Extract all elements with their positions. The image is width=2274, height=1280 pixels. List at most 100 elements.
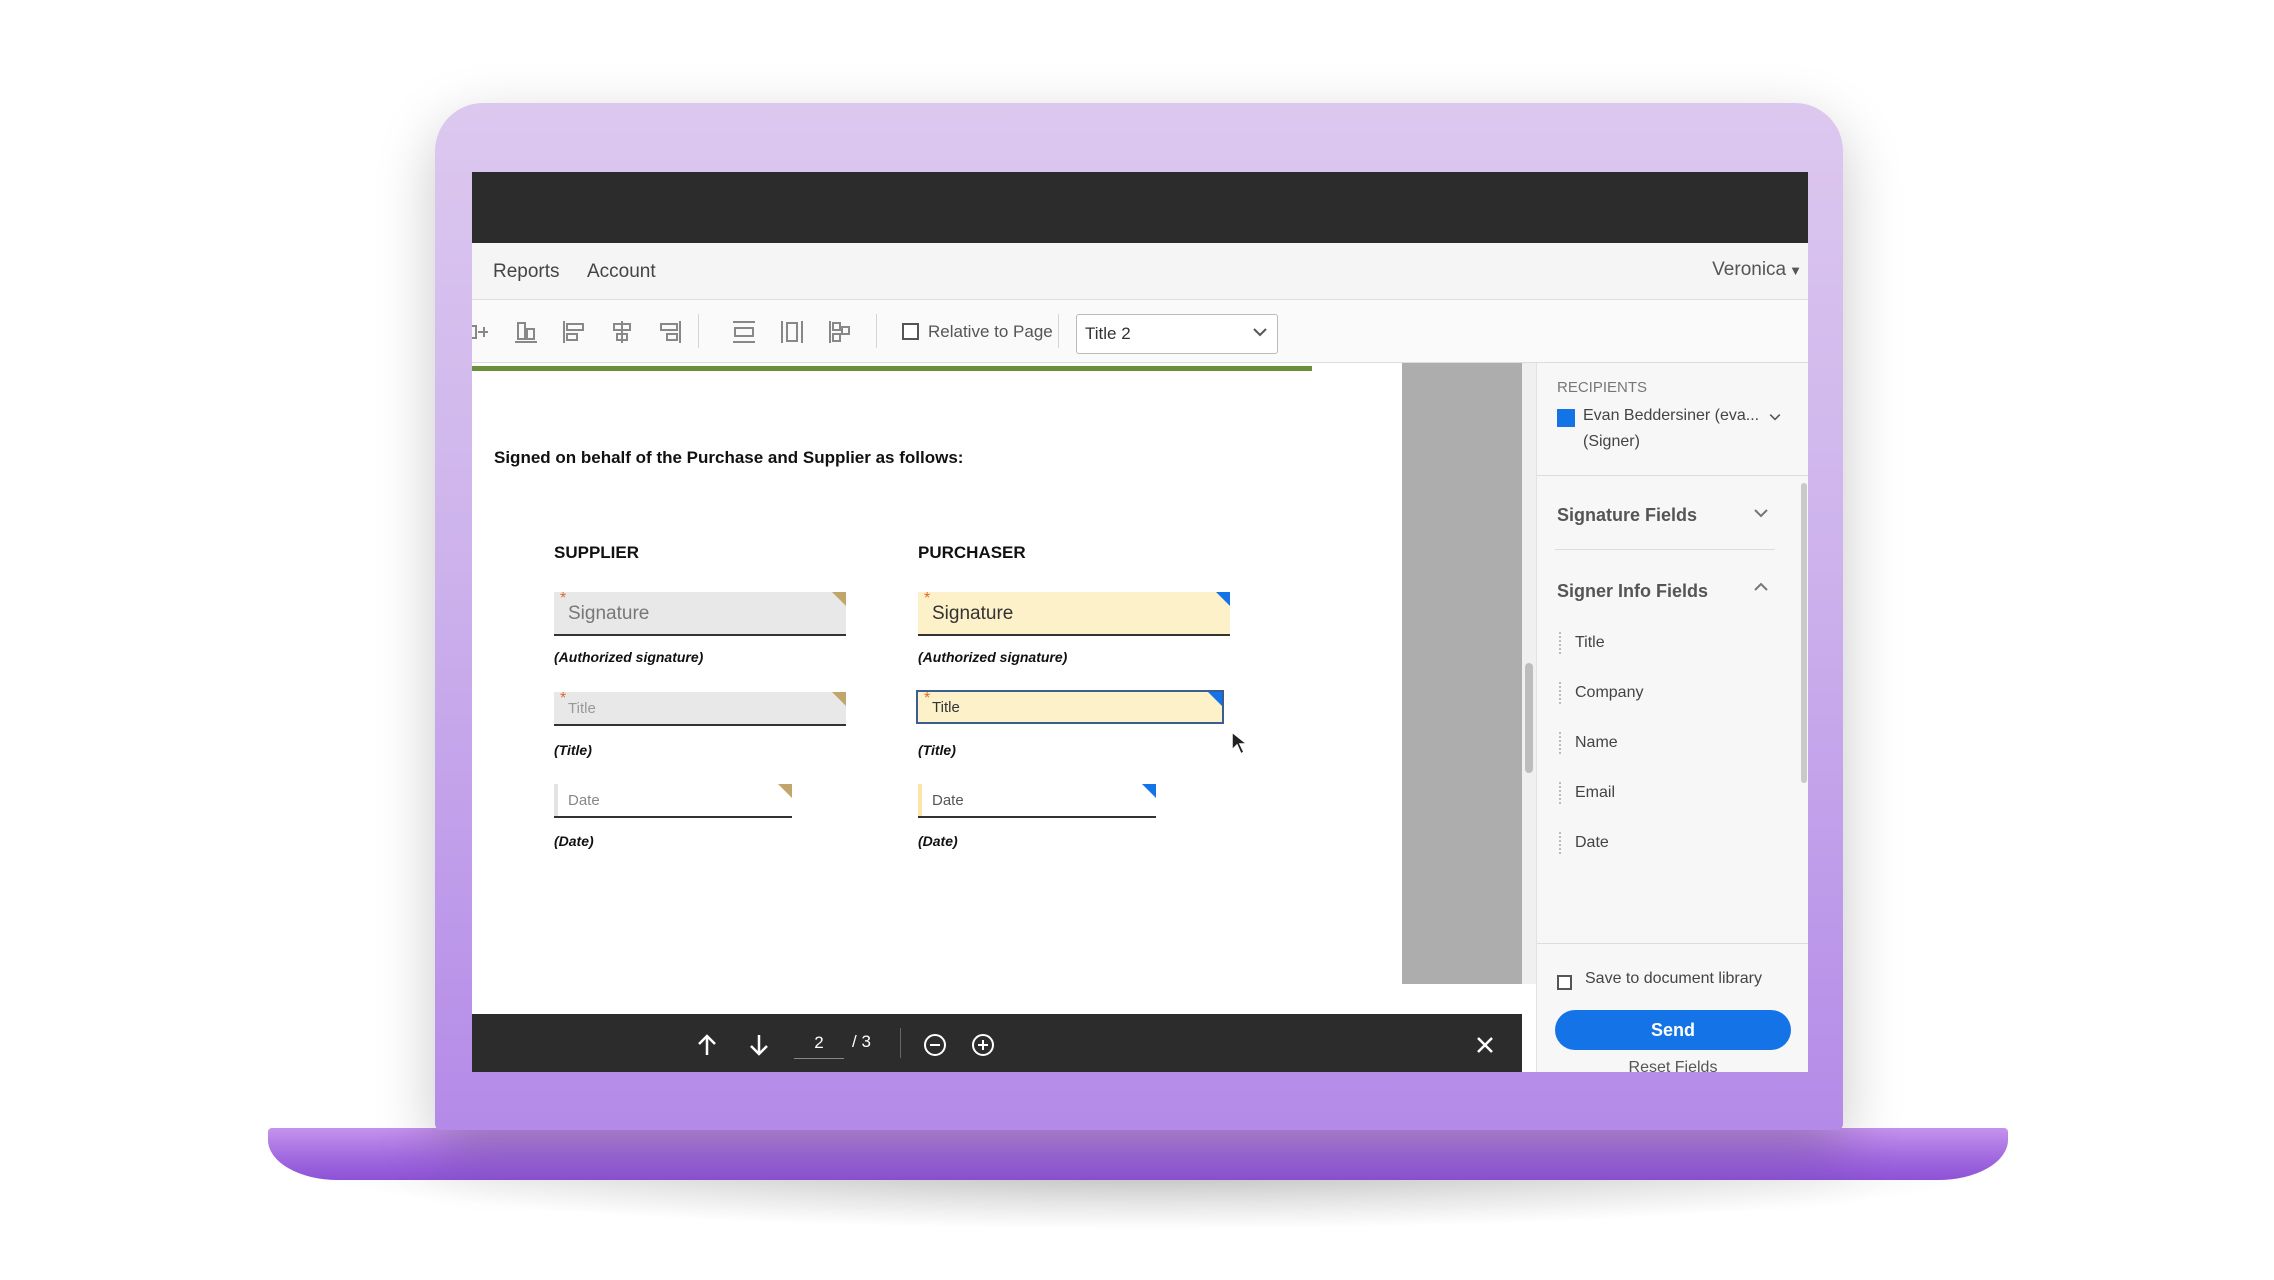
distribute-grid-icon[interactable] [826, 318, 854, 346]
zoom-out-icon[interactable] [922, 1032, 948, 1058]
user-menu[interactable]: Veronica ▼ [1712, 259, 1802, 281]
distribute-horizontal-icon[interactable] [778, 318, 806, 346]
sidebar-scrollbar-thumb[interactable] [1801, 483, 1807, 783]
supplier-date-caption: (Date) [554, 833, 594, 849]
document-scrollbar[interactable] [1522, 363, 1536, 984]
recipients-label: RECIPIENTS [1557, 379, 1648, 396]
required-star: * [560, 690, 567, 707]
signature-fields-section[interactable]: Signature Fields [1537, 483, 1797, 543]
purchaser-signature-field[interactable]: * Signature [918, 590, 1230, 636]
close-icon[interactable] [1472, 1032, 1498, 1058]
signer-field-date[interactable]: Date [1559, 826, 1759, 860]
recipient-selector[interactable]: Evan Beddersiner (eva... (Signer) [1555, 405, 1795, 465]
purchaser-date-field[interactable]: Date [918, 784, 1156, 818]
signer-field-name[interactable]: Name [1559, 726, 1759, 760]
arrow-down-icon[interactable] [746, 1032, 772, 1058]
signer-info-fields-title: Signer Info Fields [1557, 581, 1709, 601]
app-screen: Reports Account Veronica ▼ Relative to Pa… [472, 172, 1808, 1072]
required-star: * [924, 690, 931, 707]
title-placeholder: Title [568, 700, 596, 717]
required-star: * [560, 590, 567, 607]
signature-placeholder: Signature [568, 603, 650, 624]
drag-handle [1559, 632, 1561, 654]
page-gutter [1402, 363, 1522, 984]
purchaser-date-caption: (Date) [918, 833, 958, 849]
chevron-down-icon [1754, 509, 1768, 518]
field-corner-marker [1142, 784, 1156, 798]
field-select[interactable]: Title 2 [1076, 314, 1278, 354]
date-placeholder: Date [932, 792, 964, 809]
purchaser-title-field[interactable]: * Title [916, 690, 1224, 724]
required-star: * [924, 590, 931, 607]
relative-to-page-label: Relative to Page [928, 322, 1053, 341]
drag-handle [1559, 682, 1561, 704]
signer-field-label: Title [1575, 634, 1605, 651]
document-heading: Signed on behalf of the Purchase and Sup… [494, 448, 964, 467]
signer-field-label: Company [1575, 684, 1644, 701]
chevron-down-icon [1769, 414, 1781, 421]
save-to-library-checkbox[interactable] [1557, 975, 1572, 990]
purchaser-header: PURCHASER [918, 543, 1026, 562]
purchaser-signature-caption: (Authorized signature) [918, 649, 1068, 665]
field-corner-marker [832, 692, 846, 706]
supplier-title-field[interactable]: * Title [554, 690, 846, 726]
toolbar-divider [876, 314, 877, 348]
recipient-color-swatch [1557, 409, 1575, 427]
toolbar-divider [1058, 314, 1059, 348]
sidebar-divider [1555, 549, 1775, 550]
drag-handle [1559, 732, 1561, 754]
field-corner-marker [1208, 692, 1222, 706]
field-left-bar [918, 784, 922, 816]
arrow-up-icon[interactable] [694, 1032, 720, 1058]
menu-account[interactable]: Account [587, 261, 656, 283]
reset-fields-link[interactable]: Reset Fields [1555, 1059, 1791, 1072]
signature-placeholder: Signature [932, 603, 1014, 624]
signer-info-fields-section[interactable]: Signer Info Fields [1537, 559, 1797, 619]
title-placeholder: Title [932, 699, 960, 716]
relative-to-page-checkbox[interactable] [902, 323, 919, 340]
page-number-input[interactable]: 2 [794, 1028, 844, 1059]
signer-field-company[interactable]: Company [1559, 676, 1759, 710]
page-navigation-bar: 2 / 3 [472, 1014, 1522, 1072]
distribute-vertical-icon[interactable] [730, 318, 758, 346]
caret-down-icon: ▼ [1789, 263, 1802, 278]
chevron-up-icon [1754, 582, 1768, 591]
alignment-toolbar: Relative to Page Title 2 [472, 300, 1808, 363]
sidebar-scrollbar[interactable] [1801, 483, 1807, 783]
signature-fields-title: Signature Fields [1557, 505, 1698, 525]
field-corner-marker [1216, 592, 1230, 606]
signer-field-title[interactable]: Title [1559, 626, 1759, 660]
signer-field-label: Name [1575, 734, 1618, 751]
green-rule [472, 366, 1312, 371]
sidebar-divider [1537, 475, 1808, 476]
purchaser-title-caption: (Title) [918, 742, 956, 758]
mouse-pointer-icon [1231, 730, 1250, 756]
signer-field-label: Date [1575, 834, 1609, 851]
recipient-role: (Signer) [1583, 433, 1640, 450]
supplier-signature-field[interactable]: * Signature [554, 590, 846, 636]
drag-handle [1559, 832, 1561, 854]
scrollbar-thumb[interactable] [1525, 663, 1533, 773]
align-bottom-icon[interactable] [512, 318, 540, 346]
signer-field-email[interactable]: Email [1559, 776, 1759, 810]
drag-handle [1559, 782, 1561, 804]
top-dark-bar [472, 172, 1808, 243]
save-to-library-label: Save to document library [1585, 970, 1762, 987]
chevron-down-icon [1253, 328, 1267, 337]
supplier-header: SUPPLIER [554, 543, 640, 562]
supplier-date-field[interactable]: Date [554, 784, 792, 818]
user-name: Veronica [1712, 259, 1787, 280]
zoom-in-icon[interactable] [970, 1032, 996, 1058]
align-center-icon[interactable] [608, 318, 636, 346]
toolbar-divider [698, 314, 699, 348]
page-total: / 3 [852, 1032, 871, 1051]
align-left-icon[interactable] [472, 318, 492, 346]
laptop-base [268, 1128, 2008, 1180]
supplier-title-caption: (Title) [554, 742, 592, 758]
align-left-edge-icon[interactable] [560, 318, 588, 346]
align-right-icon[interactable] [656, 318, 684, 346]
menu-reports[interactable]: Reports [493, 261, 560, 283]
field-corner-marker [832, 592, 846, 606]
date-placeholder: Date [568, 792, 600, 809]
send-button[interactable]: Send [1555, 1010, 1791, 1050]
